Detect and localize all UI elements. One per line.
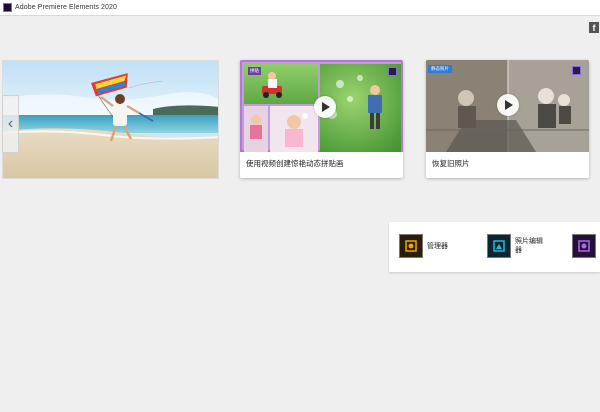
video-editor-icon: [572, 234, 596, 258]
collage-frame: 拼贴: [240, 60, 403, 152]
collage-corner-icon: [388, 67, 397, 76]
photo-editor-icon: [487, 234, 511, 258]
collage-tutorial-card[interactable]: 拼贴 使用视频创建惊艳动态拼贴画: [240, 60, 403, 178]
collage-badge: 拼贴: [248, 67, 261, 75]
restore-photo-card[interactable]: 静态照片 恢复旧照片: [426, 60, 589, 178]
photo-editor-glyph: [493, 240, 505, 252]
photo-editor-launch-button[interactable]: 照片编辑器: [487, 234, 545, 258]
card-caption: 使用视频创建惊艳动态拼贴画: [246, 159, 344, 168]
organizer-launch-button[interactable]: 管理器: [399, 234, 457, 258]
video-editor-glyph: [578, 240, 590, 252]
carousel-prev-button[interactable]: ‹: [2, 95, 19, 153]
video-editor-launch-button[interactable]: [572, 234, 596, 258]
organizer-icon: [399, 234, 423, 258]
card-caption: 恢复旧照片: [432, 159, 470, 168]
organizer-label: 管理器: [427, 242, 448, 250]
window-title: Adobe Premiere Elements 2020: [15, 4, 118, 11]
collage-tile-toddler: [270, 106, 318, 152]
play-icon[interactable]: [497, 94, 519, 116]
title-bar: Adobe Premiere Elements 2020: [0, 0, 600, 16]
restore-corner-icon: [572, 66, 581, 75]
photo-editor-label: 照片编辑器: [515, 238, 543, 254]
collage-tile-small: [244, 106, 268, 152]
toddler-illustration: [285, 113, 308, 147]
static-photo-badge: 静态照片: [428, 65, 452, 73]
collage-thumbnail: 拼贴: [240, 60, 403, 152]
facebook-icon[interactable]: f: [589, 22, 599, 33]
play-icon[interactable]: [314, 96, 336, 118]
beach-scene-illustration: [3, 61, 218, 178]
chevron-left-icon: ‹: [7, 115, 14, 132]
organizer-glyph: [405, 240, 417, 252]
restore-thumbnail: 静态照片: [426, 60, 589, 152]
hero-image[interactable]: [2, 60, 219, 179]
child-sitting-illustration: [250, 115, 262, 139]
app-launcher-panel: 管理器 照片编辑器: [389, 222, 600, 272]
premiere-elements-app-icon: [3, 3, 12, 12]
